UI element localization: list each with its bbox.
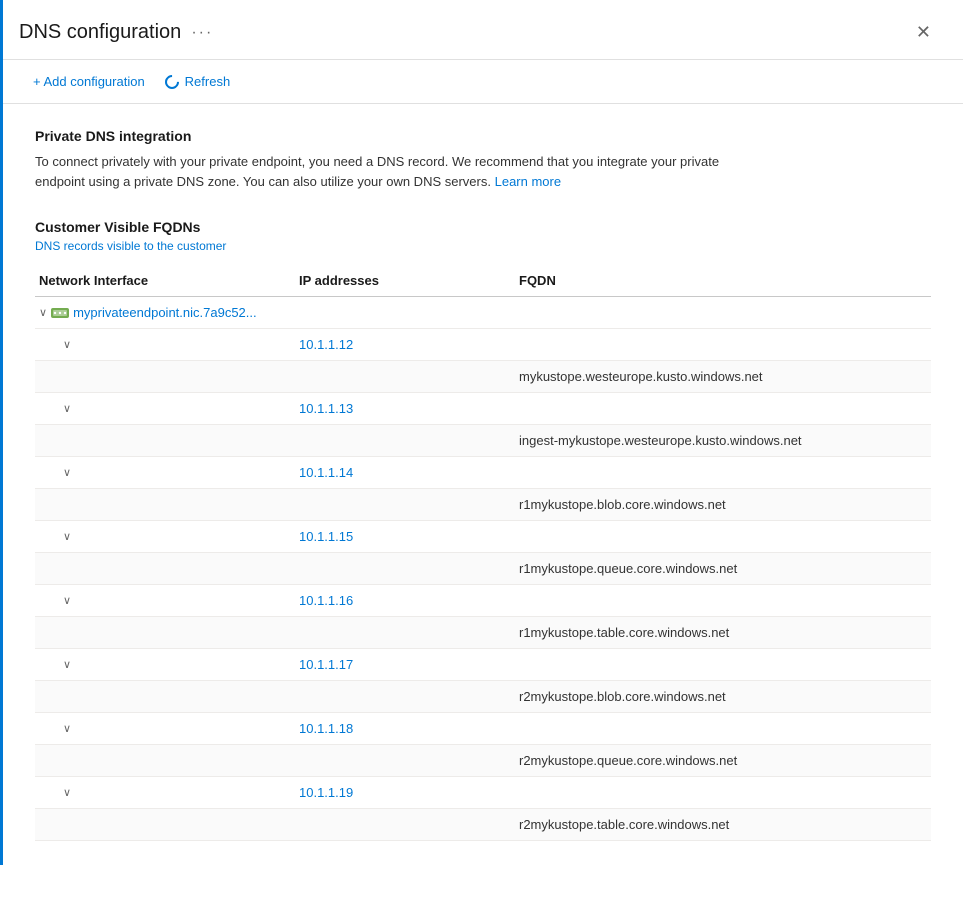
table-row: ∨ 10.1.1.19 (35, 777, 931, 809)
ip-row-nic-cell: ∨ (39, 402, 299, 415)
row-chevron-icon[interactable]: ∨ (63, 658, 71, 671)
ip-address-cell: 10.1.1.13 (299, 401, 519, 416)
more-options-icon[interactable]: ··· (191, 24, 213, 42)
nic-icon (51, 306, 69, 320)
ip-address-value: 10.1.1.13 (299, 401, 353, 416)
ip-address-cell: 10.1.1.18 (299, 721, 519, 736)
fqdn-section: Customer Visible FQDNs DNS records visib… (35, 219, 931, 841)
fqdn-value-cell: r1mykustope.blob.core.windows.net (519, 497, 927, 512)
fqdn-value-cell: r2mykustope.table.core.windows.net (519, 817, 927, 832)
private-dns-description: To connect privately with your private e… (35, 152, 735, 191)
nic-name-link[interactable]: myprivateendpoint.nic.7a9c52... (73, 305, 257, 320)
table-row: r1mykustope.blob.core.windows.net (35, 489, 931, 521)
private-dns-title: Private DNS integration (35, 128, 931, 144)
fqdn-value-cell: r1mykustope.table.core.windows.net (519, 625, 927, 640)
ip-address-cell: 10.1.1.15 (299, 529, 519, 544)
panel-header: DNS configuration ··· ✕ (3, 0, 963, 60)
fqdn-value: r1mykustope.table.core.windows.net (519, 625, 729, 640)
table-header: Network Interface IP addresses FQDN (35, 265, 931, 297)
row-chevron-icon[interactable]: ∨ (63, 466, 71, 479)
fqdn-value: r2mykustope.queue.core.windows.net (519, 753, 737, 768)
fqdn-table: Network Interface IP addresses FQDN ∨ (35, 265, 931, 841)
ip-address-cell: 10.1.1.16 (299, 593, 519, 608)
fqdn-value-cell: r2mykustope.blob.core.windows.net (519, 689, 927, 704)
add-configuration-label: + Add configuration (33, 74, 145, 89)
ip-row-nic-cell: ∨ (39, 594, 299, 607)
ip-address-value: 10.1.1.16 (299, 593, 353, 608)
ip-address-cell: 10.1.1.19 (299, 785, 519, 800)
fqdn-value-cell: r1mykustope.queue.core.windows.net (519, 561, 927, 576)
close-button[interactable]: ✕ (908, 18, 939, 47)
nic-parent-row: ∨ myprivateendpoint.nic.7a9c52... (35, 297, 931, 329)
fqdn-value-cell: r2mykustope.queue.core.windows.net (519, 753, 927, 768)
col-fqdn: FQDN (519, 273, 927, 288)
fqdn-value: r2mykustope.table.core.windows.net (519, 817, 729, 832)
learn-more-link[interactable]: Learn more (495, 174, 561, 189)
table-row: r2mykustope.blob.core.windows.net (35, 681, 931, 713)
table-row: ingest-mykustope.westeurope.kusto.window… (35, 425, 931, 457)
ip-address-value: 10.1.1.19 (299, 785, 353, 800)
dns-configuration-panel: DNS configuration ··· ✕ + Add configurat… (0, 0, 963, 865)
ip-row-nic-cell: ∨ (39, 530, 299, 543)
ip-row-nic-cell: ∨ (39, 658, 299, 671)
ip-address-value: 10.1.1.18 (299, 721, 353, 736)
nic-cell: ∨ myprivateendpoint.nic.7a9c52... (39, 305, 299, 320)
ip-address-value: 10.1.1.14 (299, 465, 353, 480)
fqdn-value: r1mykustope.blob.core.windows.net (519, 497, 726, 512)
table-row: ∨ 10.1.1.18 (35, 713, 931, 745)
ip-address-value: 10.1.1.12 (299, 337, 353, 352)
ip-address-value: 10.1.1.17 (299, 657, 353, 672)
add-configuration-button[interactable]: + Add configuration (27, 70, 145, 93)
table-row: ∨ 10.1.1.12 (35, 329, 931, 361)
title-area: DNS configuration ··· (19, 21, 213, 44)
ip-row-nic-cell: ∨ (39, 466, 299, 479)
ip-row-nic-cell: ∨ (39, 722, 299, 735)
fqdn-subtitle: DNS records visible to the customer (35, 239, 931, 253)
table-row: ∨ 10.1.1.13 (35, 393, 931, 425)
description-text: To connect privately with your private e… (35, 154, 719, 189)
fqdn-section-title: Customer Visible FQDNs (35, 219, 931, 235)
nic-chevron-icon[interactable]: ∨ (39, 306, 47, 319)
row-chevron-icon[interactable]: ∨ (63, 786, 71, 799)
table-row: ∨ 10.1.1.15 (35, 521, 931, 553)
panel-title: DNS configuration (19, 21, 181, 44)
ip-row-nic-cell: ∨ (39, 338, 299, 351)
table-row: mykustope.westeurope.kusto.windows.net (35, 361, 931, 393)
table-row: r1mykustope.queue.core.windows.net (35, 553, 931, 585)
col-network-interface: Network Interface (39, 273, 299, 288)
toolbar: + Add configuration Refresh (3, 60, 963, 104)
ip-row-nic-cell: ∨ (39, 786, 299, 799)
table-row: ∨ 10.1.1.16 (35, 585, 931, 617)
refresh-icon (162, 72, 182, 92)
ip-address-cell: 10.1.1.14 (299, 465, 519, 480)
table-row: r2mykustope.table.core.windows.net (35, 809, 931, 841)
refresh-label: Refresh (185, 74, 231, 89)
ip-address-cell: 10.1.1.12 (299, 337, 519, 352)
fqdn-value-cell: mykustope.westeurope.kusto.windows.net (519, 369, 927, 384)
row-chevron-icon[interactable]: ∨ (63, 530, 71, 543)
table-row: r2mykustope.queue.core.windows.net (35, 745, 931, 777)
table-row: ∨ 10.1.1.14 (35, 457, 931, 489)
fqdn-value: r2mykustope.blob.core.windows.net (519, 689, 726, 704)
col-ip-addresses: IP addresses (299, 273, 519, 288)
refresh-button[interactable]: Refresh (165, 70, 231, 93)
data-rows-container: ∨ 10.1.1.12 mykustope.westeurope.kusto.w… (35, 329, 931, 841)
row-chevron-icon[interactable]: ∨ (63, 402, 71, 415)
ip-address-value: 10.1.1.15 (299, 529, 353, 544)
fqdn-value: mykustope.westeurope.kusto.windows.net (519, 369, 763, 384)
table-row: r1mykustope.table.core.windows.net (35, 617, 931, 649)
table-row: ∨ 10.1.1.17 (35, 649, 931, 681)
row-chevron-icon[interactable]: ∨ (63, 594, 71, 607)
ip-address-cell: 10.1.1.17 (299, 657, 519, 672)
fqdn-value: r1mykustope.queue.core.windows.net (519, 561, 737, 576)
row-chevron-icon[interactable]: ∨ (63, 338, 71, 351)
content-area: Private DNS integration To connect priva… (3, 104, 963, 865)
fqdn-value-cell: ingest-mykustope.westeurope.kusto.window… (519, 433, 927, 448)
row-chevron-icon[interactable]: ∨ (63, 722, 71, 735)
fqdn-value: ingest-mykustope.westeurope.kusto.window… (519, 433, 802, 448)
private-dns-section: Private DNS integration To connect priva… (35, 128, 931, 191)
